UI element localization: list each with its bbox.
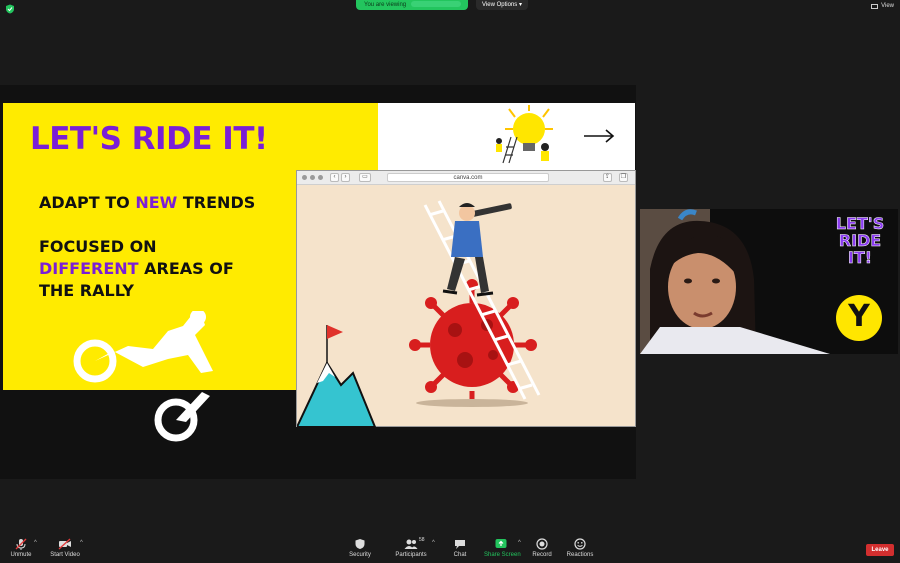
tabs-icon[interactable]: ❐ [619, 173, 628, 182]
back-icon[interactable]: ‹ [330, 173, 339, 182]
video-off-icon [58, 538, 71, 550]
view-button[interactable]: View [871, 3, 894, 9]
share-options-chevron-icon[interactable]: ^ [518, 540, 521, 546]
reactions-label: Reactions [566, 552, 594, 558]
viewing-label: You are viewing [364, 2, 407, 8]
browser-toolbar: ‹ › ▭ canva.com ⇪ ❐ [297, 171, 635, 185]
microphone-muted-icon [15, 538, 27, 550]
chat-button[interactable]: Chat [450, 538, 470, 558]
record-label: Record [532, 552, 552, 558]
virus-ladder-illustration [297, 200, 541, 427]
participant-video-tile[interactable]: LET'S RIDE IT! Y [640, 209, 898, 354]
forward-icon[interactable]: › [341, 173, 350, 182]
bullet-text: ADAPT TO [39, 193, 136, 212]
participant-video-feed [640, 209, 840, 354]
start-video-label: Start Video [50, 552, 80, 558]
view-options-button[interactable]: View Options ▾ [476, 0, 528, 10]
motorbike-wheel-illustration [154, 392, 210, 442]
shield-icon[interactable] [5, 4, 15, 14]
unmute-button[interactable]: Unmute [8, 538, 34, 558]
slide-title: LET'S RIDE IT! [30, 121, 268, 157]
leave-button[interactable]: Leave [866, 544, 894, 556]
window-close-dot[interactable] [302, 175, 307, 180]
mountain-flag-graphic [297, 325, 377, 427]
record-icon [536, 538, 548, 550]
view-options-label: View Options [482, 2, 518, 8]
video-options-chevron-icon[interactable]: ^ [80, 540, 83, 546]
participants-count: 58 [419, 537, 425, 543]
participants-label: Participants [395, 552, 427, 558]
background-badge-text: LET'S RIDE IT! [835, 214, 885, 267]
audio-options-chevron-icon[interactable]: ^ [34, 540, 37, 546]
sidebar-icon[interactable]: ▭ [359, 173, 371, 182]
bullet-text: TRENDS [177, 193, 256, 212]
chat-bubble-icon [455, 540, 465, 549]
bullet-highlight: DIFFERENT [39, 259, 139, 278]
security-shield-icon [355, 539, 365, 549]
lightbulb-illustration [496, 105, 553, 164]
security-label: Security [349, 552, 371, 558]
start-video-button[interactable]: Start Video [48, 538, 82, 558]
window-minimize-dot[interactable] [310, 175, 315, 180]
share-screen-icon [495, 539, 507, 548]
window-zoom-dot[interactable] [318, 175, 323, 180]
chat-label: Chat [453, 552, 467, 558]
slide-bullet-focused-line3: THE RALLY [39, 281, 134, 300]
url-text: canva.com [453, 175, 483, 181]
share-screen-button[interactable]: Share Screen [484, 538, 521, 558]
slide-bullet-focused-line2: DIFFERENT AREAS OF [39, 258, 234, 280]
motorbike-rider-illustration [73, 311, 213, 383]
background-logo: Y [836, 295, 882, 341]
redacted-name [410, 1, 461, 8]
leave-label: Leave [871, 547, 889, 553]
view-label: View [881, 3, 894, 9]
bullet-text: AREAS OF [138, 259, 234, 278]
slide-bullet-adapt: ADAPT TO NEW TRENDS [39, 192, 255, 214]
viewing-indicator: You are viewing [356, 0, 468, 10]
url-bar[interactable]: canva.com [387, 173, 549, 182]
meeting-toolbar: Unmute ^ Start Video ^ Security Particip… [0, 533, 900, 563]
arrow-right-icon [584, 129, 615, 143]
share-screen-label: Share Screen [484, 552, 521, 558]
record-button[interactable]: Record [530, 538, 554, 558]
share-icon[interactable]: ⇪ [603, 173, 612, 182]
logo-letter: Y [848, 299, 870, 334]
browser-window: ‹ › ▭ canva.com ⇪ ❐ [296, 170, 636, 427]
participants-chevron-icon[interactable]: ^ [432, 540, 435, 546]
businessman-graphic [442, 203, 512, 297]
grid-view-icon [871, 3, 879, 9]
unmute-label: Unmute [10, 552, 32, 558]
participants-icon [404, 539, 418, 549]
reactions-button[interactable]: Reactions [566, 538, 594, 558]
smiley-icon [574, 538, 586, 550]
security-button[interactable]: Security [346, 538, 374, 558]
bullet-highlight: NEW [135, 193, 178, 212]
slide-bullet-focused-line1: FOCUSED ON [39, 237, 157, 256]
